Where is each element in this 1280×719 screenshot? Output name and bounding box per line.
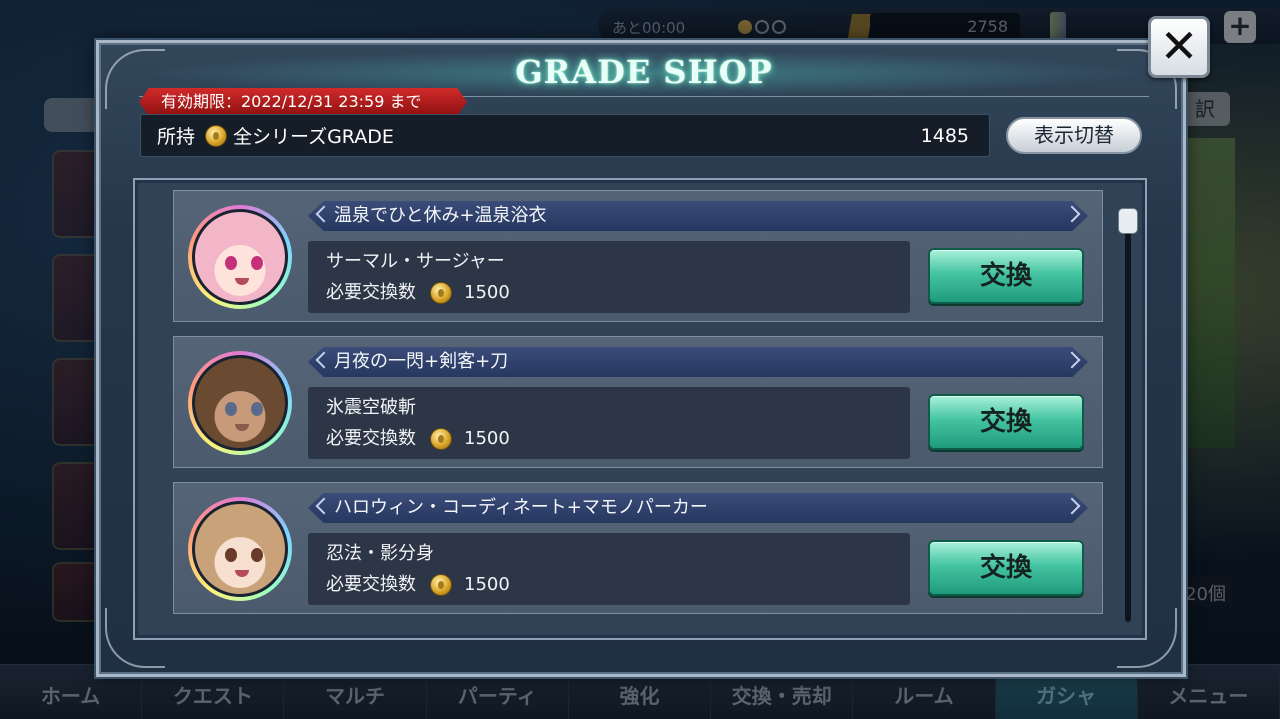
pink-hair-girl-avatar [192,209,288,305]
holdings-label: 所持 [157,126,196,148]
holdings-amount: 1485 [920,124,969,147]
required-cost: 必要交換数 1500 [326,277,892,309]
required-cost: 必要交換数 1500 [326,569,892,601]
exchange-button[interactable]: 交換 [928,394,1084,450]
item-details: サーマル・サージャー 必要交換数 1500 [308,241,910,313]
scrollbar-thumb[interactable] [1118,208,1138,234]
item-details: 忍法・影分身 必要交換数 1500 [308,533,910,605]
required-label: 必要交換数 [326,574,416,595]
item-title: ハロウィン・コーディネート+マモノパーカー [308,493,1088,523]
dialog-title: GRADE SHOP [515,53,773,91]
grade-medal-icon [430,574,452,596]
item-details: 氷震空破斬 必要交換数 1500 [308,387,910,459]
close-icon: ✕ [1159,19,1199,73]
exchange-button[interactable]: 交換 [928,248,1084,304]
exchange-button[interactable]: 交換 [928,540,1084,596]
display-toggle-button[interactable]: 表示切替 [1006,117,1142,154]
item-title: 温泉でひと休み+温泉浴衣 [308,201,1088,231]
item-title: 月夜の一閃+剣客+刀 [308,347,1088,377]
holdings-series: 全シリーズGRADE [233,126,394,148]
character-avatar [188,497,292,601]
grade-medal-icon [205,124,228,147]
required-label: 必要交換数 [326,282,416,303]
grade-medal-icon [430,282,452,304]
item-name: サーマル・サージャー [326,251,505,272]
close-button[interactable]: ✕ [1148,16,1210,78]
light-brown-hair-girl-avatar [192,501,288,597]
brown-hair-swordsman-avatar [192,355,288,451]
grade-medal-icon [430,428,452,450]
scrollbar-track[interactable] [1125,210,1131,622]
shop-item: 月夜の一閃+剣客+刀 氷震空破斬 必要交換数 1500 交換 [173,336,1103,468]
shop-item: 温泉でひと休み+温泉浴衣 サーマル・サージャー 必要交換数 1500 交換 [173,190,1103,322]
character-avatar [188,351,292,455]
character-avatar [188,205,292,309]
expiry-ribbon: 有効期限：2022/12/31 23:59 まで [139,88,467,116]
required-cost: 必要交換数 1500 [326,423,892,455]
holdings-bar: 所持 全シリーズGRADE 1485 [140,114,990,157]
shop-item: ハロウィン・コーディネート+マモノパーカー 忍法・影分身 必要交換数 1500 … [173,482,1103,614]
shop-item-list[interactable]: 温泉でひと休み+温泉浴衣 サーマル・サージャー 必要交換数 1500 交換 月夜… [133,178,1147,640]
item-name: 忍法・影分身 [326,543,434,564]
item-name: 氷震空破斬 [326,397,416,418]
cost-value: 1500 [464,574,510,595]
required-label: 必要交換数 [326,428,416,449]
cost-value: 1500 [464,428,510,449]
cost-value: 1500 [464,282,510,303]
